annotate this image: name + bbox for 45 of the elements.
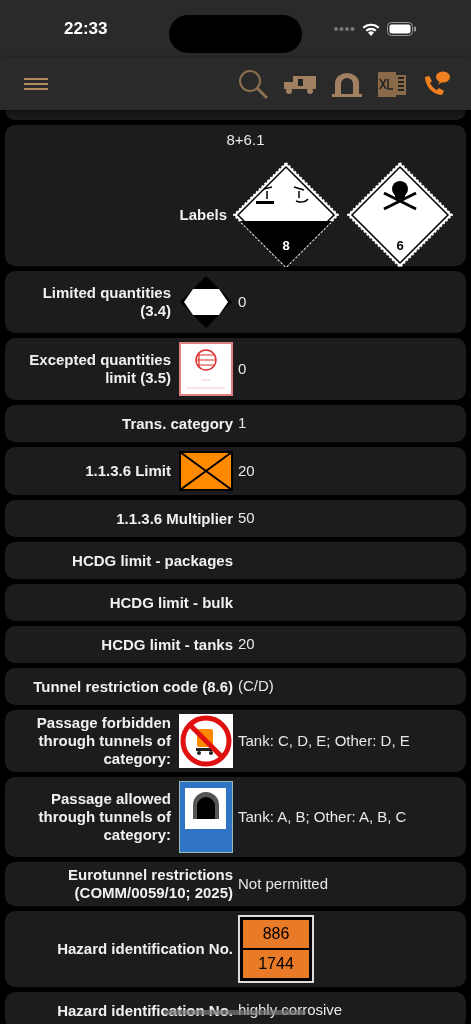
field-value: 20 (238, 460, 255, 481)
battery-icon (387, 22, 417, 36)
placard-number: 8 (281, 236, 291, 255)
tunnel-sign (179, 781, 233, 853)
field-value: 0 (238, 358, 247, 379)
field-value: highly corrosive (238, 1000, 343, 1021)
signal-icon (333, 26, 355, 32)
field-value: 20 (238, 634, 255, 655)
field-label: Passage forbidden through tunnels of category: (35, 714, 171, 768)
placard-number: 6 (395, 236, 405, 255)
status-time: 22:33 (64, 18, 108, 41)
field-value: 1 (238, 413, 247, 434)
field-value: Tank: C, D, E; Other: D, E (238, 730, 410, 751)
field-value: 50 (238, 508, 255, 529)
field-value: Not permitted (238, 873, 329, 894)
spreadsheet-icon[interactable] (377, 69, 407, 99)
field-value: 8+6.1 (226, 130, 265, 150)
wifi-icon (361, 21, 381, 37)
field-label: Tunnel restriction code (8.6) (33, 677, 233, 696)
tunnel-icon[interactable] (331, 71, 363, 97)
field-label: Labels (179, 205, 227, 224)
crossed-plate-icon (179, 451, 233, 491)
field-label: Hazard identification No. (57, 1001, 233, 1020)
field-label: 1.1.3.6 Limit (84, 462, 171, 480)
excepted-quantity-icon (179, 342, 233, 396)
field-label: Limited quantities (3.4) (41, 284, 171, 320)
field-label: Excepted quantities limit (3.5) (28, 351, 171, 387)
field-label: 1.1.3.6 Multiplier (116, 509, 233, 528)
search-icon[interactable] (237, 68, 269, 100)
truck-icon[interactable] (283, 73, 317, 95)
field-label: Passage allowed through tunnels of category: (37, 790, 171, 844)
field-value: (C/D) (238, 676, 274, 697)
field-label: HCDG limit - tanks (101, 635, 233, 654)
plate-number: 1744 (243, 950, 309, 978)
no-tank-vehicle-sign (179, 714, 233, 768)
field-value: Tank: A, B; Other: A, B, C (238, 806, 407, 827)
field-label: HCDG limit - bulk (109, 593, 233, 612)
menu-icon[interactable] (24, 78, 48, 90)
plate-number: 886 (243, 920, 309, 948)
field-label: Trans. category (122, 414, 233, 433)
field-label: HCDG limit - packages (72, 551, 233, 570)
limited-quantity-icon (179, 275, 233, 329)
field-label: Hazard identification No. (57, 940, 233, 958)
field-value: 0 (238, 291, 247, 312)
field-label: Eurotunnel restrictions (COMM/0059/10; 2025) (66, 866, 233, 902)
